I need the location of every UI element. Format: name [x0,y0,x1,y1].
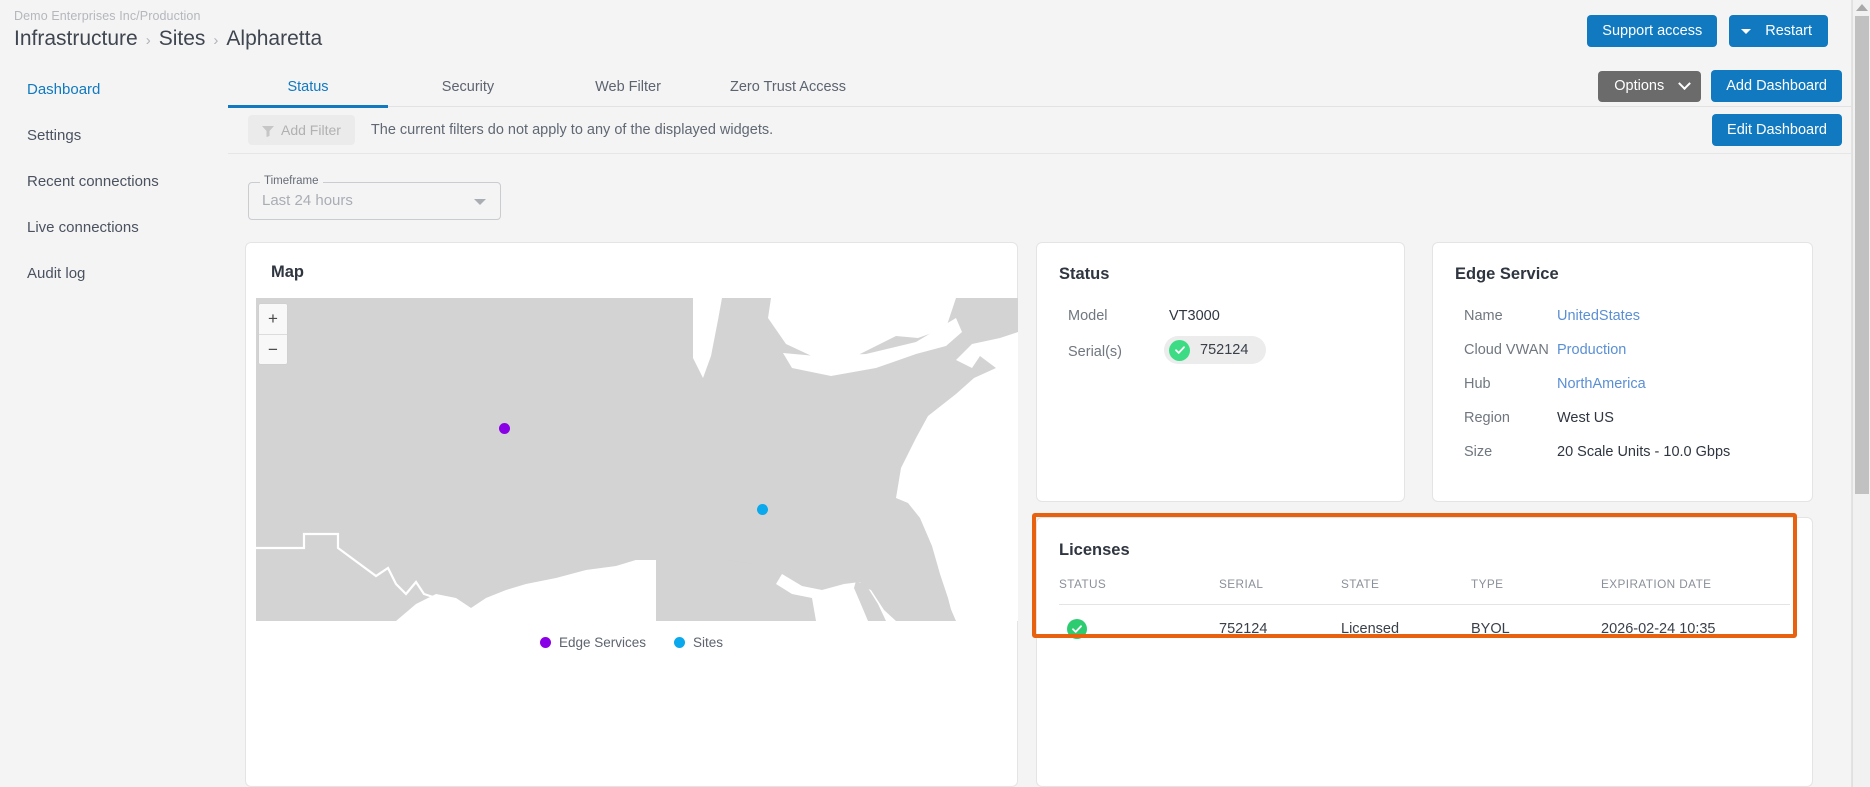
column-header-type: TYPE [1471,577,1504,591]
check-circle-icon [1169,339,1190,361]
map-card-title: Map [271,263,304,281]
legend-label-edge-services: Edge Services [558,635,647,650]
edge-cloud-vwan-value[interactable]: Production [1557,342,1626,358]
sidebar-item-live-connections[interactable]: Live connections [0,204,228,250]
top-header: Demo Enterprises Inc/Production Infrastr… [0,0,1852,66]
edge-size-value: 20 Scale Units - 10.0 Gbps [1557,444,1731,460]
scrollbar-thumb[interactable] [1855,16,1869,494]
breadcrumb-item-infrastructure[interactable]: Infrastructure [14,26,138,52]
edge-hub-label: Hub [1464,376,1491,392]
legend-item-edge-services: Edge Services [539,635,647,650]
sidebar-item-settings[interactable]: Settings [0,112,228,158]
map-marker-site[interactable] [757,504,768,515]
chevron-down-icon [1741,28,1752,34]
restart-button[interactable]: Restart [1729,15,1828,47]
map-zoom-in-button[interactable]: + [259,304,287,334]
org-context-label: Demo Enterprises Inc/Production [14,9,201,23]
page-scrollbar[interactable] [1852,0,1870,787]
table-row[interactable]: 752124 Licensed BYOL 2026-02-24 10:35 [1059,605,1790,652]
scroll-up-arrow-icon[interactable] [1856,4,1868,11]
header-actions: Support access Restart [1587,15,1828,47]
timeframe-value: Last 24 hours [262,192,353,209]
left-sidebar: Dashboard Settings Recent connections Li… [0,66,228,787]
edit-dashboard-button[interactable]: Edit Dashboard [1712,114,1842,146]
legend-dot-edge-services-icon [539,637,551,648]
tab-status[interactable]: Status [228,66,388,108]
timeframe-select[interactable]: Timeframe Last 24 hours [248,175,501,220]
breadcrumb: Demo Enterprises Inc/Production Infrastr… [14,8,322,52]
breadcrumb-item-alpharetta[interactable]: Alpharetta [226,26,322,52]
edge-name-label: Name [1464,308,1503,324]
filter-bar: Add Filter The current filters do not ap… [228,107,1852,154]
timeframe-legend: Timeframe [260,175,323,187]
edge-region-value: West US [1557,410,1614,426]
license-state-cell: Licensed [1341,620,1400,637]
sidebar-item-dashboard[interactable]: Dashboard [0,66,228,112]
map-zoom-out-button[interactable]: − [259,334,287,364]
status-serial-value: 752124 [1200,342,1249,358]
support-access-button[interactable]: Support access [1587,15,1718,47]
edge-service-card-title: Edge Service [1455,265,1559,283]
tab-security[interactable]: Security [388,66,548,107]
status-model-value: VT3000 [1169,308,1220,324]
column-header-expiration-date: EXPIRATION DATE [1601,577,1712,591]
add-dashboard-button[interactable]: Add Dashboard [1711,70,1842,102]
column-header-serial: SERIAL [1219,577,1264,591]
sidebar-item-audit-log[interactable]: Audit log [0,250,228,296]
edge-cloud-vwan-label: Cloud VWAN [1464,342,1549,358]
map-canvas[interactable] [256,298,1018,621]
legend-item-sites: Sites [674,635,723,650]
add-filter-button[interactable]: Add Filter [248,115,355,145]
licenses-card-title: Licenses [1059,541,1130,559]
restart-button-label: Restart [1765,23,1812,39]
check-circle-icon [1067,618,1087,639]
licenses-table-header: STATUS SERIAL STATE TYPE EXPIRATION DATE [1059,577,1790,605]
edge-size-label: Size [1464,444,1493,460]
status-card: Status Model VT3000 Serial(s) 752124 [1036,242,1405,502]
column-header-state: STATE [1341,577,1380,591]
chevron-down-icon [1678,76,1692,90]
tab-zero-trust-access[interactable]: Zero Trust Access [708,66,868,107]
legend-dot-sites-icon [674,637,686,648]
tab-bar: Status Security Web Filter Zero Trust Ac… [228,66,1852,108]
license-expiration-cell: 2026-02-24 10:35 [1601,620,1716,637]
edge-service-card: Edge Service Name UnitedStates Cloud VWA… [1432,242,1813,502]
status-model-label: Model [1068,308,1108,324]
add-filter-label: Add Filter [281,122,341,138]
options-button-label: Options [1614,78,1665,94]
app-root: Demo Enterprises Inc/Production Infrastr… [0,0,1870,787]
status-serial-chip[interactable]: 752124 [1164,336,1267,364]
map-marker-edge-service[interactable] [499,423,510,434]
map-card: Map + − Edge Services Sites [245,242,1018,787]
breadcrumb-separator-icon: › [145,32,151,49]
legend-label-sites: Sites [693,635,724,650]
column-header-status: STATUS [1059,577,1107,591]
breadcrumb-separator-icon: › [213,32,219,49]
dashboard-actions: Options Add Dashboard [1598,70,1842,102]
chevron-down-icon [474,199,486,205]
filter-note: The current filters do not apply to any … [370,122,774,138]
map-geometry [256,298,1018,621]
edge-hub-value[interactable]: NorthAmerica [1557,376,1646,392]
breadcrumb-item-sites[interactable]: Sites [159,26,206,52]
tab-web-filter[interactable]: Web Filter [548,66,708,107]
sidebar-item-recent-connections[interactable]: Recent connections [0,158,228,204]
status-serial-label: Serial(s) [1068,344,1122,360]
licenses-card: Licenses STATUS SERIAL STATE TYPE EXPIRA… [1036,517,1813,787]
options-button[interactable]: Options [1598,70,1702,102]
filter-funnel-icon [262,124,274,137]
edge-region-label: Region [1464,410,1510,426]
map-legend: Edge Services Sites [246,635,1017,650]
license-status-cell [1059,618,1219,639]
license-serial-cell: 752124 [1219,620,1268,637]
license-type-cell: BYOL [1471,620,1510,637]
status-card-title: Status [1059,265,1110,283]
map-zoom-controls: + − [258,303,288,365]
edge-name-value[interactable]: UnitedStates [1557,308,1640,324]
licenses-table: STATUS SERIAL STATE TYPE EXPIRATION DATE… [1059,577,1790,652]
